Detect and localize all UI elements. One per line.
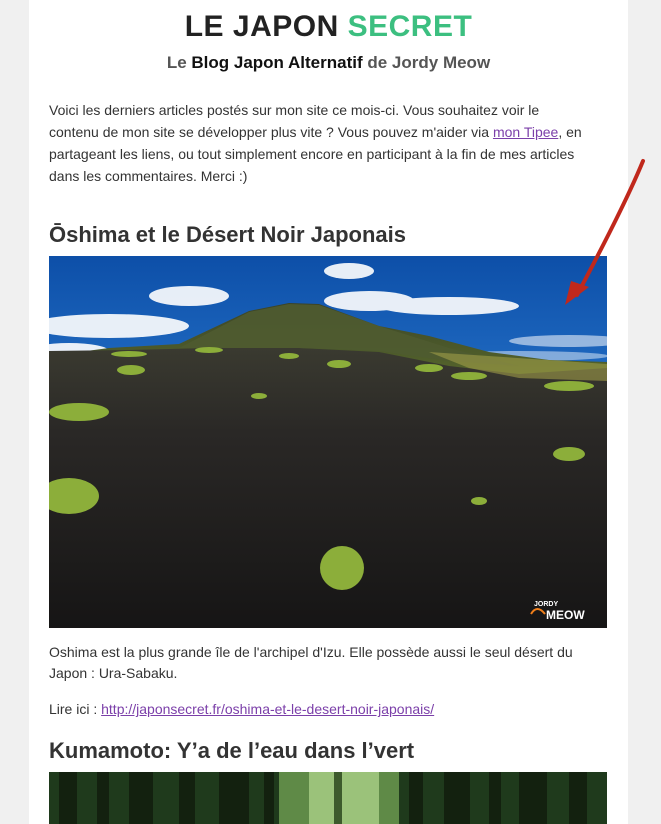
- article-title-kumamoto[interactable]: Kumamoto: Y’a de l’eau dans l’vert: [49, 738, 414, 764]
- article-title[interactable]: Ōshima et le Désert Noir Japonais: [49, 222, 406, 248]
- masthead-title-main: LE JAPON: [184, 10, 348, 43]
- masthead-sub-strong: Blog Japon Alternatif: [191, 53, 363, 72]
- newsletter-sheet: LE JAPON SECRET Le Blog Japon Alternatif…: [29, 0, 645, 824]
- article-excerpt: Oshima est la plus grande île de l'archi…: [49, 644, 573, 681]
- desert-photo-image: JORDY MEOW: [49, 256, 607, 628]
- masthead-title: LE JAPON SECRET: [29, 10, 628, 44]
- forest-photo-image: [49, 772, 607, 824]
- masthead-title-accent: SECRET: [347, 10, 473, 43]
- article-photo-kumamoto[interactable]: [49, 772, 607, 824]
- article-photo-oshima[interactable]: JORDY MEOW: [49, 256, 607, 628]
- article-link[interactable]: http://japonsecret.fr/oshima-et-le-deser…: [101, 701, 434, 717]
- intro-text-before: Voici les derniers articles postés sur m…: [49, 102, 540, 140]
- masthead-sub-prefix: Le: [166, 53, 192, 72]
- red-arrow-annotation: [565, 159, 645, 305]
- masthead-sub-suffix: de Jordy Meow: [362, 53, 491, 72]
- read-more-line: Lire ici : http://japonsecret.fr/oshima-…: [49, 701, 434, 717]
- read-more-label: Lire ici :: [49, 701, 102, 717]
- masthead-subtitle: Le Blog Japon Alternatif de Jordy Meow: [29, 53, 628, 73]
- tipee-link[interactable]: mon Tipee: [493, 124, 558, 140]
- watermark-big: MEOW: [546, 608, 585, 622]
- intro-paragraph: Voici les derniers articles postés sur m…: [49, 99, 589, 187]
- watermark-small: JORDY: [534, 601, 558, 608]
